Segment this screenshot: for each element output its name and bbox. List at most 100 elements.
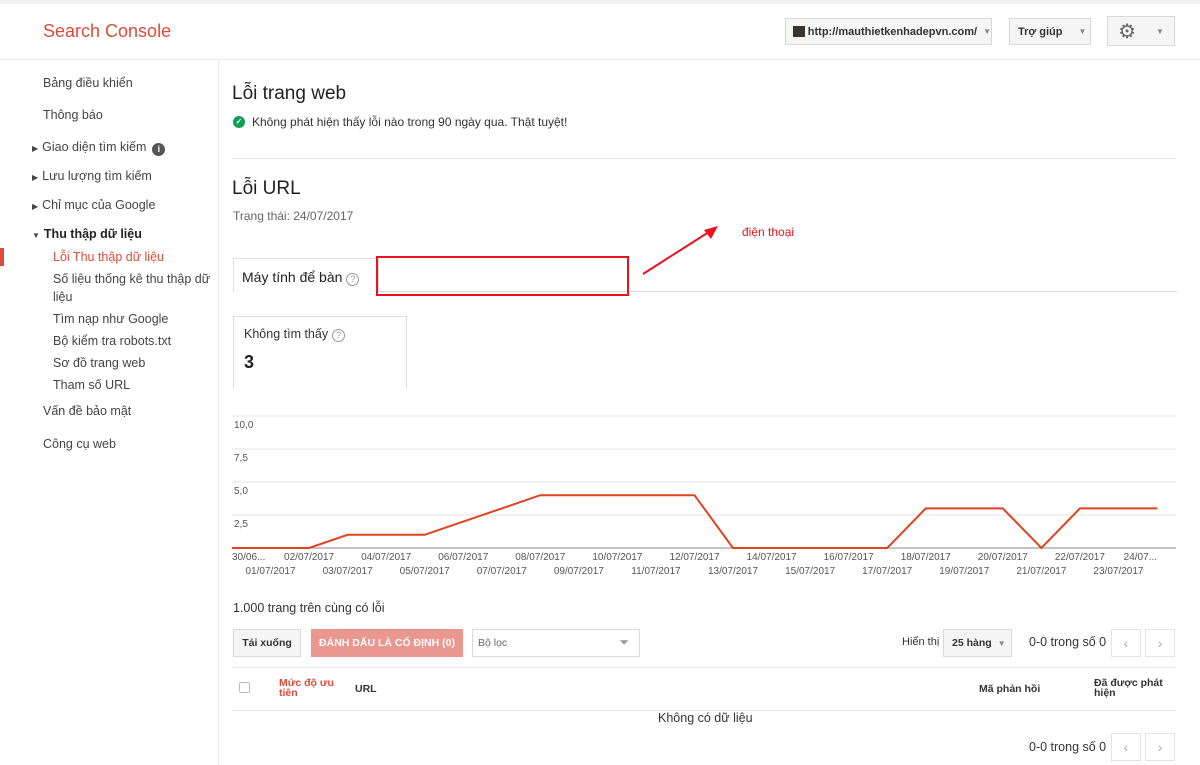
check-circle-icon: ✓: [233, 116, 245, 128]
sidebar-subitem-crawl-stats[interactable]: Số liệu thống kê thu thập dữ liệu: [53, 270, 213, 306]
sidebar-item-search-appearance[interactable]: ▶ Giao diện tìm kiếm i: [32, 140, 166, 156]
chart-data-point: [886, 547, 888, 549]
settings-button[interactable]: ⚙ ▼: [1107, 16, 1175, 46]
chart-data-point: [501, 507, 503, 510]
sidebar-item-label: Chỉ mục của Google: [42, 198, 156, 212]
errors-chart: 10,0 7,5 5,0 2,5 30/06... 02/07/2017 04/07/201…: [232, 415, 1176, 577]
help-button[interactable]: Trợ giúp ▼: [1009, 18, 1091, 45]
site-selector[interactable]: http://mauthietkenhadepvn.com/ ▼: [785, 18, 992, 45]
chevron-right-icon: ›: [1157, 739, 1163, 755]
chart-y-tick-label: 5,0: [234, 486, 248, 497]
info-icon[interactable]: i: [152, 143, 166, 156]
card-label: Không tìm thấy?: [244, 327, 396, 342]
column-url[interactable]: URL: [355, 684, 377, 695]
chart-data-point: [693, 494, 696, 496]
sidebar-subitem-sitemaps[interactable]: Sơ đồ trang web: [53, 354, 145, 372]
triangle-right-icon: ▶: [32, 202, 39, 211]
chart-x-tick-label: 12/07/2017: [669, 552, 719, 563]
help-icon[interactable]: ?: [332, 329, 346, 342]
chart-data-point: [1079, 507, 1081, 510]
select-all-checkbox[interactable]: [239, 682, 250, 693]
url-errors-title: Lỗi URL: [232, 178, 301, 199]
chart-data-point: [1156, 507, 1158, 510]
filter-placeholder: Bộ lọc: [478, 637, 508, 649]
sidebar-subitem-fetch-as-google[interactable]: Tìm nạp như Google: [53, 310, 168, 328]
chart-x-tick-label: 23/07/2017: [1093, 566, 1143, 577]
url-errors-status: Trạng thái: 24/07/2017: [233, 209, 354, 223]
show-label: Hiển thị: [902, 636, 940, 648]
chart-x-tick-label: 08/07/2017: [515, 552, 565, 563]
errors-summary: 1.000 trang trên cùng có lỗi: [233, 601, 385, 615]
triangle-right-icon: ▶: [32, 144, 39, 153]
chart-x-tick-label: 24/07...: [1124, 552, 1157, 563]
chart-y-tick-label: 10,0: [234, 420, 254, 431]
chart-x-tick-label: 07/07/2017: [477, 566, 527, 577]
chart-series-line: [232, 494, 1157, 550]
chart-data-point: [346, 534, 349, 536]
column-detected[interactable]: Đã được phát hiện: [1094, 678, 1170, 699]
chart-data-point: [308, 547, 310, 549]
sidebar-item-dashboard[interactable]: Bảng điều khiển: [43, 76, 133, 90]
sidebar-item-security-issues[interactable]: Vấn đề bảo mật: [43, 404, 131, 418]
sidebar-item-web-tools[interactable]: Công cụ web: [43, 437, 116, 451]
card-value: 3: [244, 352, 255, 372]
sidebar-item-crawl[interactable]: ▼ Thu thập dữ liệu: [32, 227, 142, 241]
chart-data-point: [616, 494, 619, 496]
prev-page-button[interactable]: ‹: [1111, 629, 1141, 657]
sidebar-subitem-robots-tester[interactable]: Bộ kiểm tra robots.txt: [53, 332, 171, 350]
chart-y-tick-label: 7,5: [234, 453, 248, 464]
chart-x-tick-label: 16/07/2017: [824, 552, 874, 563]
chart-data-point: [925, 507, 927, 510]
chart-x-tick-label: 14/07/2017: [747, 552, 797, 563]
sidebar-item-search-traffic[interactable]: ▶ Lưu lượng tìm kiếm: [32, 169, 152, 183]
next-page-button-bottom[interactable]: ›: [1145, 733, 1175, 761]
chevron-right-icon: ›: [1157, 635, 1163, 651]
rows-label: 25 hàng: [952, 637, 992, 649]
chart-x-tick-label: 01/07/2017: [246, 566, 296, 577]
sidebar-item-google-index[interactable]: ▶ Chỉ mục của Google: [32, 198, 155, 212]
column-priority[interactable]: Mức độ ưu tiên: [279, 678, 339, 699]
annotation-text: điện thoại: [742, 225, 795, 239]
sidebar-item-messages[interactable]: Thông báo: [43, 108, 103, 122]
chart-data-point: [809, 547, 811, 549]
chart-data-point: [423, 534, 426, 536]
tab-desktop[interactable]: Máy tính để bàn?: [233, 258, 379, 292]
chevron-down-icon: ▼: [983, 27, 991, 36]
chart-data-point: [732, 547, 734, 549]
sidebar-subitem-url-parameters[interactable]: Tham số URL: [53, 376, 130, 394]
pager-count: 0-0 trong số 0: [1029, 635, 1107, 649]
chevron-left-icon: ‹: [1123, 739, 1129, 755]
annotation-highlight-box: [376, 256, 629, 296]
tab-label: Máy tính để bàn: [242, 269, 343, 285]
not-found-card[interactable]: Không tìm thấy? 3: [233, 316, 407, 388]
chart-data-point: [462, 520, 465, 523]
chart-x-tick-label: 11/07/2017: [631, 566, 681, 577]
mark-fixed-button[interactable]: ĐÁNH DẤU LÀ CỐ ĐỊNH (0): [311, 629, 463, 657]
top-edge: [0, 0, 1200, 4]
chart-x-tick-label: 02/07/2017: [284, 552, 334, 563]
chevron-down-icon: ▼: [1156, 26, 1164, 36]
site-url: http://mauthietkenhadepvn.com/: [807, 25, 978, 38]
help-label: Trợ giúp: [1018, 25, 1063, 38]
rows-per-page-select[interactable]: 25 hàng ▼: [943, 629, 1012, 657]
next-page-button[interactable]: ›: [1145, 629, 1175, 657]
filter-input[interactable]: Bộ lọc ⏷: [472, 629, 640, 657]
chart-x-tick-label: 13/07/2017: [708, 566, 758, 577]
chart-data-point: [578, 494, 580, 496]
column-response-code[interactable]: Mã phản hồi: [979, 684, 1040, 695]
chart-x-tick-label: 21/07/2017: [1016, 566, 1066, 577]
active-indicator: [0, 248, 4, 266]
chevron-left-icon: ‹: [1123, 635, 1129, 651]
prev-page-button-bottom[interactable]: ‹: [1111, 733, 1141, 761]
chart-x-tick-label: 10/07/2017: [592, 552, 642, 563]
filter-icon: ⏷: [619, 635, 629, 649]
triangle-down-icon: ▼: [32, 231, 40, 240]
download-button[interactable]: Tải xuống: [233, 629, 301, 657]
help-icon[interactable]: ?: [346, 273, 360, 286]
site-errors-message: Không phát hiện thấy lỗi nào trong 90 ng…: [252, 115, 568, 129]
sidebar-item-label: Thu thập dữ liệu: [43, 227, 142, 241]
app-logo[interactable]: Search Console: [43, 21, 171, 42]
sidebar-subitem-crawl-errors[interactable]: Lỗi Thu thập dữ liệu: [53, 248, 164, 266]
chart-y-tick-label: 2,5: [234, 519, 248, 530]
triangle-right-icon: ▶: [32, 173, 39, 182]
